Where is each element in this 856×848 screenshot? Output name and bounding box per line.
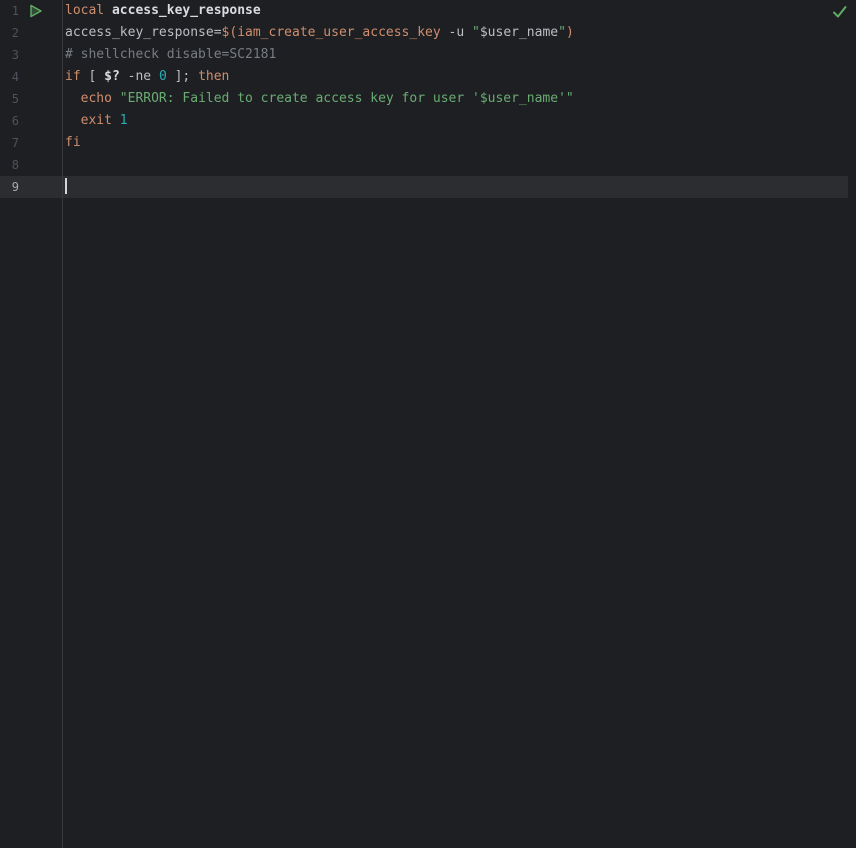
code-text: exit 1 bbox=[65, 110, 128, 132]
line-number: 5 bbox=[0, 88, 19, 110]
code-text: if [ $? -ne 0 ]; then bbox=[65, 66, 229, 88]
code-line-7[interactable]: 7 fi bbox=[0, 132, 856, 154]
token-number: 1 bbox=[120, 113, 128, 128]
code-line-2[interactable]: 2 access_key_response=$(iam_create_user_a… bbox=[0, 22, 856, 44]
token-plain: -u bbox=[441, 25, 472, 40]
code-text: fi bbox=[65, 132, 81, 154]
token-plain bbox=[112, 91, 120, 106]
inspections-ok-checkmark-icon[interactable] bbox=[832, 5, 847, 19]
line-number: 4 bbox=[0, 66, 19, 88]
token-keyword: fi bbox=[65, 135, 81, 150]
token-plain: access_key_response= bbox=[65, 25, 222, 40]
line-number: 8 bbox=[0, 154, 19, 176]
token-keyword: $(iam_create_user_access_key bbox=[222, 25, 441, 40]
token-string: " bbox=[558, 25, 566, 40]
line-number: 1 bbox=[0, 0, 19, 22]
code-line-1[interactable]: 1 local access_key_response bbox=[0, 0, 856, 22]
line-number: 2 bbox=[0, 22, 19, 44]
token-number: 0 bbox=[159, 69, 167, 84]
token-plain: $user_name bbox=[480, 25, 558, 40]
line-number: 6 bbox=[0, 110, 19, 132]
code-text: local access_key_response bbox=[65, 0, 261, 22]
code-line-6[interactable]: 6 exit 1 bbox=[0, 110, 856, 132]
code-editor[interactable]: 1 local access_key_response 2 access_key_re… bbox=[0, 0, 856, 848]
token-keyword: echo bbox=[81, 91, 112, 106]
token-plain bbox=[65, 91, 81, 106]
line-number: 7 bbox=[0, 132, 19, 154]
scrollbar-area[interactable] bbox=[848, 0, 856, 848]
line-number: 3 bbox=[0, 44, 19, 66]
code-line-9[interactable]: 9 bbox=[0, 176, 856, 198]
token-keyword: local bbox=[65, 3, 104, 18]
token-string: " bbox=[472, 25, 480, 40]
token-declaration: $? bbox=[104, 69, 120, 84]
token-plain bbox=[65, 113, 81, 128]
token-plain: [ bbox=[81, 69, 104, 84]
code-lines: 1 local access_key_response 2 access_key_re… bbox=[0, 0, 856, 198]
token-keyword: if bbox=[65, 69, 81, 84]
code-line-5[interactable]: 5 echo "ERROR: Failed to create access k… bbox=[0, 88, 856, 110]
code-line-4[interactable]: 4 if [ $? -ne 0 ]; then bbox=[0, 66, 856, 88]
text-caret bbox=[65, 178, 67, 194]
token-plain: ]; bbox=[167, 69, 198, 84]
token-comment: # shellcheck disable=SC2181 bbox=[65, 47, 276, 62]
run-play-icon[interactable] bbox=[29, 4, 43, 18]
token-plain bbox=[112, 113, 120, 128]
token-plain bbox=[104, 3, 112, 18]
token-keyword: ) bbox=[566, 25, 574, 40]
token-keyword: then bbox=[198, 69, 229, 84]
code-line-8[interactable]: 8 bbox=[0, 154, 856, 176]
code-text: echo "ERROR: Failed to create access key… bbox=[65, 88, 574, 110]
gutter-border bbox=[62, 0, 63, 848]
code-text bbox=[65, 176, 67, 198]
line-number: 9 bbox=[0, 176, 19, 198]
code-text: access_key_response=$(iam_create_user_ac… bbox=[65, 22, 574, 44]
token-plain: -ne bbox=[120, 69, 159, 84]
code-text: # shellcheck disable=SC2181 bbox=[65, 44, 276, 66]
token-keyword: exit bbox=[81, 113, 112, 128]
token-declaration: access_key_response bbox=[112, 3, 261, 18]
token-string: "ERROR: Failed to create access key for … bbox=[120, 91, 574, 106]
code-line-3[interactable]: 3 # shellcheck disable=SC2181 bbox=[0, 44, 856, 66]
checkmark-stroke bbox=[834, 7, 846, 17]
